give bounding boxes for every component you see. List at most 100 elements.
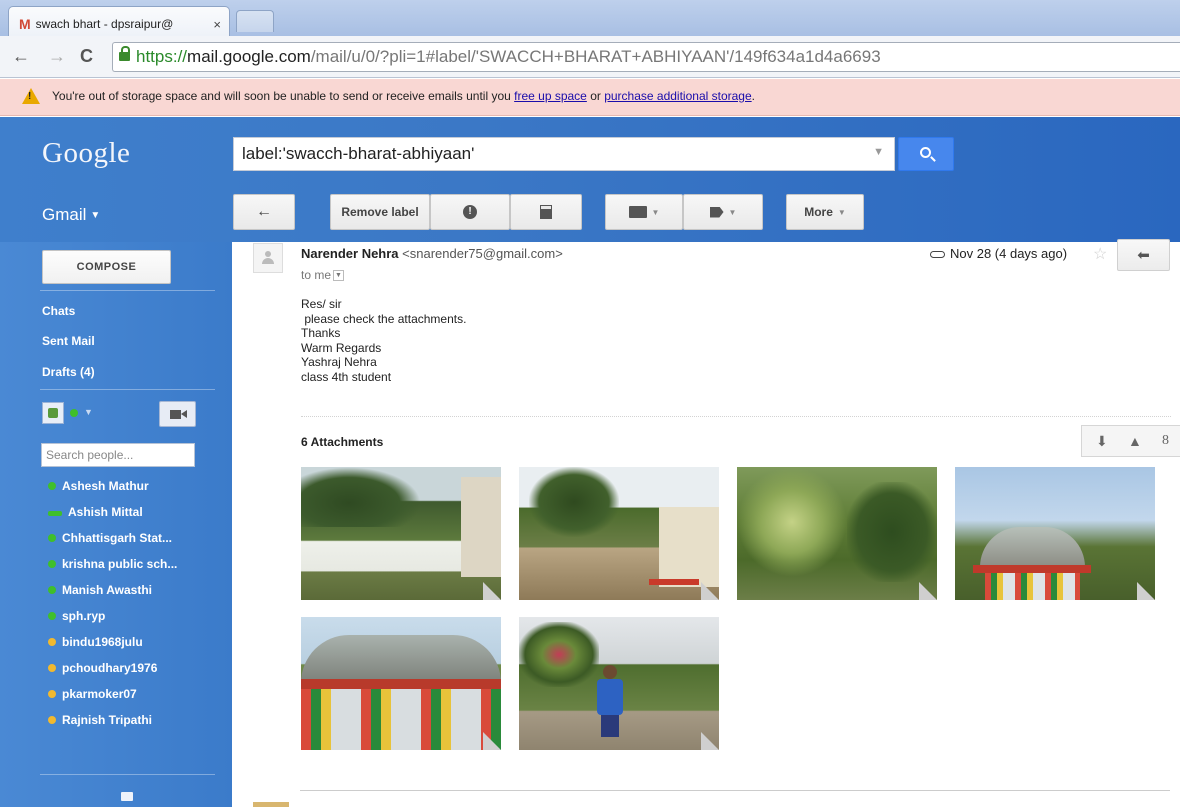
sidebar-item-drafts[interactable]: Drafts (4) <box>42 365 95 379</box>
video-call-icon[interactable] <box>159 401 196 427</box>
recipient-line: to me ▼ <box>301 268 345 282</box>
page-fold-icon <box>1137 582 1155 600</box>
contact-item[interactable]: pchoudhary1976 <box>48 661 157 675</box>
star-icon[interactable]: ☆ <box>1093 244 1107 264</box>
contact-item[interactable]: pkarmoker07 <box>48 687 137 701</box>
sender-email: <snarender75@gmail.com> <box>402 246 563 261</box>
contact-item[interactable]: Ashish Mittal <box>48 505 143 519</box>
idle-status-icon <box>48 638 56 646</box>
more-button[interactable]: More ▼ <box>786 194 864 230</box>
search-options-caret-icon[interactable]: ▼ <box>873 146 884 158</box>
search-icon <box>920 147 931 158</box>
page-fold-icon <box>919 582 937 600</box>
attachment-image-thumbnail[interactable] <box>519 617 719 750</box>
search-people-input[interactable]: Search people... <box>41 443 195 467</box>
online-status-icon <box>48 612 56 620</box>
google-logo[interactable]: Google <box>42 137 130 170</box>
reload-icon[interactable]: C <box>80 46 93 66</box>
page-fold-icon <box>483 582 501 600</box>
contact-name: Rajnish Tripathi <box>62 713 153 727</box>
contact-name: bindu1968julu <box>62 635 143 649</box>
chevron-down-icon[interactable]: ▼ <box>84 407 93 417</box>
sender-line: Narender Nehra <snarender75@gmail.com> <box>301 246 563 261</box>
attachments-title: 6 Attachments <box>301 435 384 449</box>
search-input[interactable]: label:'swacch-bharat-abhiyaan' ▼ <box>233 137 895 171</box>
idle-status-icon <box>48 690 56 698</box>
body-line: Thanks <box>301 326 341 340</box>
warning-icon: ! <box>22 88 40 104</box>
banner-text: You're out of storage space and will soo… <box>52 89 515 103</box>
back-arrow-icon: ← <box>256 203 272 220</box>
body-line: Res/ sir <box>301 297 342 311</box>
attachment-image-thumbnail[interactable] <box>955 467 1155 600</box>
gmail-menu[interactable]: Gmail ▼ <box>42 205 100 225</box>
url-path: /mail/u/0/?pli=1#label/'SWACCH+BHARAT+AB… <box>310 47 881 66</box>
attachment-actions: ⬇ ▲ 8 <box>1081 425 1180 457</box>
message-body: Res/ sir please check the attachments. T… <box>301 297 466 384</box>
delete-button[interactable] <box>510 194 582 230</box>
contact-item[interactable]: Manish Awasthi <box>48 583 152 597</box>
sidebar-item-chats[interactable]: Chats <box>42 304 75 318</box>
label-tag-icon <box>709 206 724 218</box>
message-date: Nov 28 (4 days ago) <box>930 246 1067 261</box>
address-bar[interactable]: https://mail.google.com/mail/u/0/?pli=1#… <box>112 42 1180 72</box>
contact-name: krishna public sch... <box>62 557 178 571</box>
contact-item[interactable]: Chhattisgarh Stat... <box>48 531 172 545</box>
report-spam-button[interactable]: ! <box>430 194 510 230</box>
page-fold-icon <box>483 732 501 750</box>
attachment-image-thumbnail[interactable] <box>519 467 719 600</box>
forward-arrow-icon[interactable]: → <box>48 46 66 66</box>
online-status-icon <box>48 560 56 568</box>
contact-item[interactable]: bindu1968julu <box>48 635 143 649</box>
page-fold-icon <box>701 582 719 600</box>
back-arrow-icon[interactable]: ← <box>12 46 30 66</box>
paperclip-icon <box>930 251 945 259</box>
recipient-text: to me <box>301 268 332 282</box>
save-to-drive-icon[interactable]: ▲ <box>1128 433 1142 449</box>
reply-button[interactable]: ⬅ <box>1117 239 1170 271</box>
storage-warning-banner: ! You're out of storage space and will s… <box>0 79 1180 116</box>
new-tab-button[interactable] <box>236 10 274 32</box>
chat-bubble-icon[interactable] <box>121 792 133 801</box>
sidebar-item-sent-mail[interactable]: Sent Mail <box>42 334 95 348</box>
show-details-icon[interactable]: ▼ <box>333 270 345 282</box>
move-to-button[interactable]: ▼ <box>605 194 683 230</box>
google-plus-icon[interactable]: 8 <box>1162 433 1169 449</box>
sender-name[interactable]: Narender Nehra <box>301 246 399 261</box>
attachment-image-thumbnail[interactable] <box>737 467 937 600</box>
remove-label-text: Remove label <box>341 205 419 219</box>
presence-status-icon[interactable] <box>70 409 78 417</box>
mobile-status-icon <box>48 511 62 516</box>
compose-button[interactable]: COMPOSE <box>42 250 171 284</box>
attachment-image-thumbnail[interactable] <box>301 617 501 750</box>
online-status-icon <box>48 482 56 490</box>
tab-title: swach bhart - dpsraipur@ <box>35 17 174 31</box>
sender-avatar <box>253 243 283 273</box>
banner-end: . <box>751 89 755 103</box>
divider <box>40 389 215 390</box>
remove-label-button[interactable]: Remove label <box>330 194 430 230</box>
contact-name: pkarmoker07 <box>62 687 137 701</box>
labels-button[interactable]: ▼ <box>683 194 763 230</box>
reply-avatar <box>253 802 289 807</box>
browser-tab[interactable]: M swach bhart - dpsraipur@ × <box>8 6 230 36</box>
spam-icon: ! <box>463 205 477 219</box>
contact-item[interactable]: krishna public sch... <box>48 557 177 571</box>
sidebar: COMPOSE Chats Sent Mail Drafts (4) ▼ Sea… <box>0 242 232 807</box>
chevron-down-icon: ▼ <box>90 210 101 221</box>
contact-item[interactable]: sph.ryp <box>48 609 105 623</box>
download-all-icon[interactable]: ⬇ <box>1096 433 1108 450</box>
browser-toolbar: ← → C https://mail.google.com/mail/u/0/?… <box>0 36 1180 78</box>
contact-item[interactable]: Ashesh Mathur <box>48 479 149 493</box>
attachment-image-thumbnail[interactable] <box>301 467 501 600</box>
purchase-storage-link[interactable]: purchase additional storage <box>604 89 751 103</box>
chevron-down-icon: ▼ <box>728 207 737 217</box>
hangouts-avatar-icon[interactable] <box>42 402 64 424</box>
back-to-label-button[interactable]: ← <box>233 194 295 230</box>
contact-item[interactable]: Rajnish Tripathi <box>48 713 152 727</box>
tab-close-icon[interactable]: × <box>213 17 221 32</box>
free-up-space-link[interactable]: free up space <box>514 89 587 103</box>
search-button[interactable] <box>898 137 954 171</box>
body-line: please check the attachments. <box>301 311 467 326</box>
gmail-header: Google label:'swacch-bharat-abhiyaan' ▼ … <box>0 117 1180 242</box>
